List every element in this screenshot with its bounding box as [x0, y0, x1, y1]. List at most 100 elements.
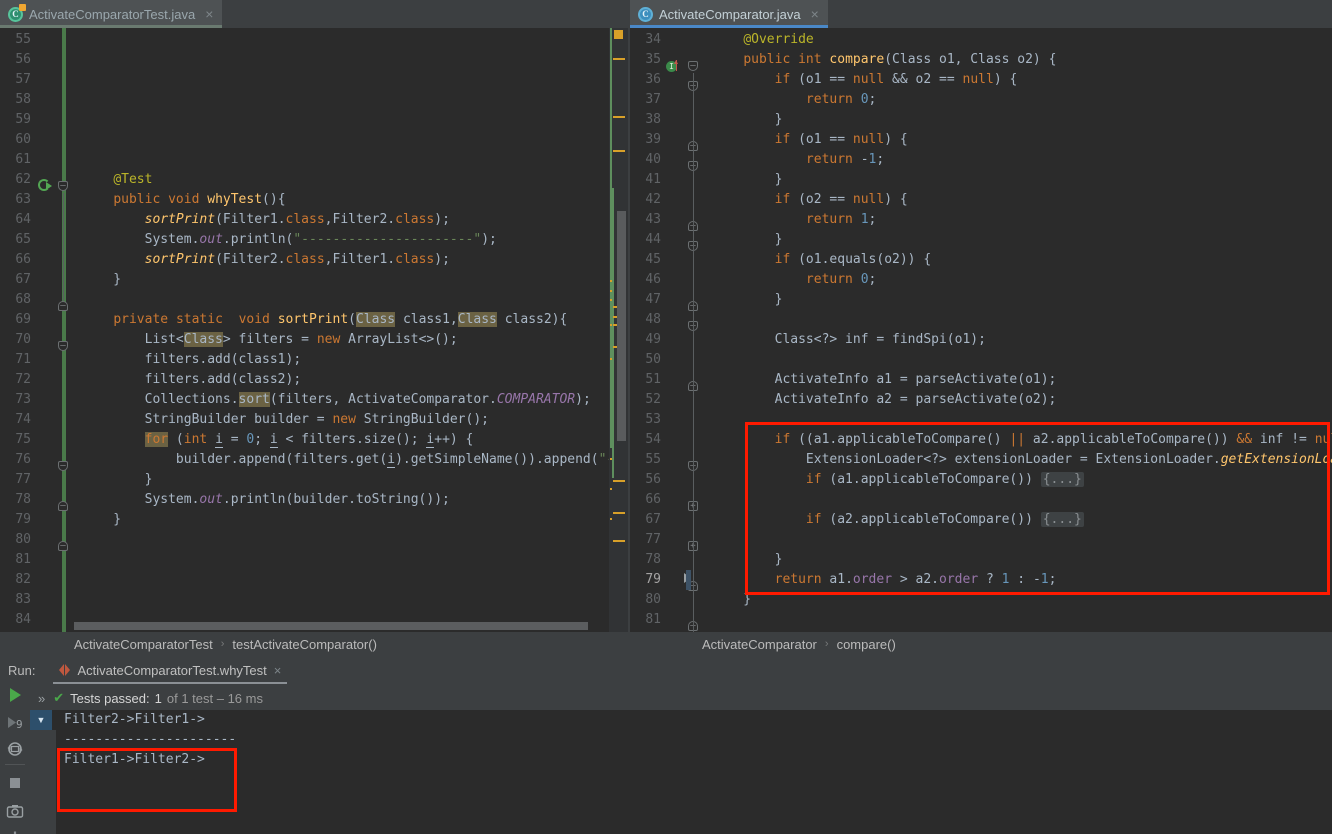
gutter-fold-column[interactable] [666, 350, 692, 370]
breadcrumb-method[interactable]: testActivateComparator() [232, 637, 377, 652]
code-line[interactable]: 71 filters.add(class1); [0, 350, 630, 370]
code-line[interactable]: 63 public void whyTest(){ [0, 190, 630, 210]
code-line[interactable]: 34 @Override [630, 30, 1332, 50]
run-configuration-tab[interactable]: ActivateComparatorTest.whyTest × [53, 656, 288, 684]
code-line[interactable]: 45 if (o1.equals(o2)) { [630, 250, 1332, 270]
code-line[interactable]: 60 [0, 130, 630, 150]
code-line[interactable]: 64 sortPrint(Filter1.class,Filter2.class… [0, 210, 630, 230]
code-line[interactable]: 52 ActivateInfo a2 = parseActivate(o2); [630, 390, 1332, 410]
code-line[interactable]: 61 [0, 150, 630, 170]
code-line[interactable]: 68 [0, 290, 630, 310]
gutter-fold-column[interactable] [36, 90, 62, 110]
code-line[interactable]: 51 ActivateInfo a1 = parseActivate(o1); [630, 370, 1332, 390]
code-line[interactable]: 46 return 0; [630, 270, 1332, 290]
code-line[interactable]: 58 [0, 90, 630, 110]
gutter-fold-column[interactable] [666, 250, 692, 270]
warning-stripe-marker[interactable] [613, 540, 625, 542]
code-line[interactable]: 65 System.out.println("-----------------… [0, 230, 630, 250]
vertical-scrollbar-thumb[interactable] [617, 211, 626, 441]
code-line[interactable]: 55 [0, 30, 630, 50]
gutter-fold-column[interactable] [36, 250, 62, 270]
code-line[interactable]: 67 } [0, 270, 630, 290]
gutter-fold-column[interactable] [36, 410, 62, 430]
code-line[interactable]: 77 } [0, 470, 630, 490]
code-line[interactable]: 83 [0, 590, 630, 610]
gutter-fold-column[interactable] [36, 230, 62, 250]
gutter-fold-column[interactable] [666, 110, 692, 130]
code-line[interactable]: 49 Class<?> inf = findSpi(o1); [630, 330, 1332, 350]
gutter-fold-column[interactable] [36, 210, 62, 230]
code-line[interactable]: 57 [0, 70, 630, 90]
code-line[interactable]: 79 } [0, 510, 630, 530]
todo-stripe-marker[interactable] [614, 30, 623, 39]
gutter-fold-column[interactable] [666, 330, 692, 350]
code-line[interactable]: 56 [0, 50, 630, 70]
code-line[interactable]: 74 StringBuilder builder = new StringBui… [0, 410, 630, 430]
gutter-fold-column[interactable] [36, 510, 62, 530]
code-line[interactable]: 39 if (o1 == null) { [630, 130, 1332, 150]
settings-button[interactable] [6, 830, 24, 834]
left-code-editor[interactable]: 55 56 57 58 59 60 61 62 @Test 63 public void why… [0, 28, 630, 632]
code-line[interactable]: 40 return -1; [630, 150, 1332, 170]
gutter-fold-column[interactable] [36, 390, 62, 410]
fold-marker-open[interactable]: – [688, 61, 698, 71]
gutter-fold-column[interactable] [666, 510, 692, 530]
expand-chevron-icon[interactable]: » [38, 691, 45, 706]
code-line[interactable]: 67 if (a2.applicableToCompare()) {...} [630, 510, 1332, 530]
console-output[interactable]: Filter2->Filter1-> ----------------------… [56, 710, 1332, 834]
code-line[interactable]: 80 } [630, 590, 1332, 610]
gutter-fold-column[interactable] [36, 70, 62, 90]
run-test-gutter-icon[interactable] [38, 178, 52, 192]
code-line[interactable]: 81 [0, 550, 630, 570]
close-icon[interactable]: × [274, 663, 282, 678]
gutter-fold-column[interactable] [666, 270, 692, 290]
code-line[interactable]: 42 if (o2 == null) { [630, 190, 1332, 210]
gutter-fold-column[interactable] [36, 470, 62, 490]
gutter-fold-column[interactable] [36, 430, 62, 450]
warning-stripe-marker[interactable] [613, 150, 625, 152]
code-line[interactable]: 44 } [630, 230, 1332, 250]
gutter-fold-column[interactable] [36, 270, 62, 290]
code-line[interactable]: 56 if (a1.applicableToCompare()) {...} [630, 470, 1332, 490]
warning-stripe-marker[interactable] [613, 512, 625, 514]
gutter-fold-column[interactable] [36, 190, 62, 210]
code-line[interactable]: 72 filters.add(class2); [0, 370, 630, 390]
breadcrumb-class[interactable]: ActivateComparatorTest [74, 637, 213, 652]
code-line[interactable]: 75 for (int i = 0; i < filters.size(); i… [0, 430, 630, 450]
code-line[interactable]: 70 List<Class> filters = new ArrayList<>… [0, 330, 630, 350]
warning-stripe-marker[interactable] [613, 58, 625, 60]
fold-marker-open[interactable]: – [58, 461, 68, 471]
gutter-fold-column[interactable] [36, 590, 62, 610]
gutter-fold-column[interactable] [666, 30, 692, 50]
code-line[interactable]: 55 ExtensionLoader<?> extensionLoader = … [630, 450, 1332, 470]
fold-marker-close[interactable]: – [58, 301, 68, 311]
code-line[interactable]: 66 [630, 490, 1332, 510]
code-line[interactable]: 80 [0, 530, 630, 550]
code-line[interactable]: 73 Collections.sort(filters, ActivateCom… [0, 390, 630, 410]
code-line[interactable]: 78 System.out.println(builder.toString()… [0, 490, 630, 510]
gutter-fold-column[interactable] [36, 150, 62, 170]
warning-stripe-marker[interactable] [613, 480, 625, 482]
close-icon[interactable]: × [811, 7, 819, 21]
code-line[interactable]: 76 builder.append(filters.get(i).getSimp… [0, 450, 630, 470]
code-line[interactable]: 79 return a1.order > a2.order ? 1 : -1; [630, 570, 1332, 590]
code-line[interactable]: 35 public int compare(Class o1, Class o2… [630, 50, 1332, 70]
tab-activate-comparator[interactable]: C ActivateComparator.java × [630, 0, 828, 28]
gutter-fold-column[interactable] [36, 350, 62, 370]
gutter-fold-column[interactable] [36, 370, 62, 390]
gutter-fold-column[interactable] [36, 130, 62, 150]
warning-stripe-marker[interactable] [613, 116, 625, 118]
tab-activate-comparator-test[interactable]: C ActivateComparatorTest.java × [0, 0, 223, 28]
fold-marker-open[interactable]: – [58, 341, 68, 351]
gutter-fold-column[interactable] [666, 410, 692, 430]
code-line[interactable]: 48 [630, 310, 1332, 330]
code-line[interactable]: 41 } [630, 170, 1332, 190]
code-line[interactable]: 47 } [630, 290, 1332, 310]
code-line[interactable]: 53 [630, 410, 1332, 430]
toggle-auto-test-button[interactable] [6, 740, 24, 758]
fold-marker-open[interactable]: – [58, 181, 68, 191]
code-line[interactable]: 43 return 1; [630, 210, 1332, 230]
fold-marker-close[interactable]: – [58, 541, 68, 551]
gutter-fold-column[interactable] [36, 110, 62, 130]
code-line[interactable]: 59 [0, 110, 630, 130]
